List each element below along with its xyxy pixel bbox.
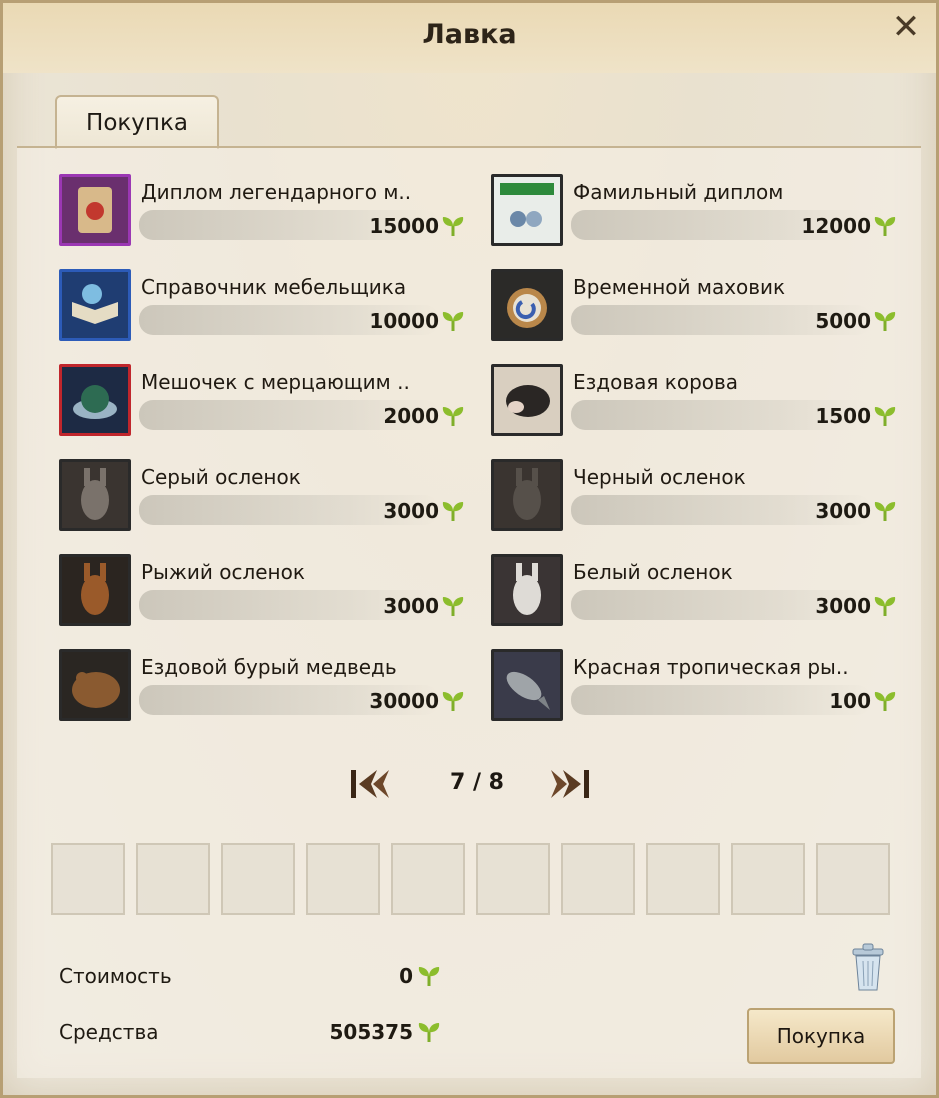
time-turner-icon[interactable] [491, 269, 563, 341]
red-donkey-icon[interactable] [59, 554, 131, 626]
purchase-slot[interactable] [51, 843, 125, 915]
item-price: 1500 [815, 404, 871, 428]
item-name: Черный осленок [573, 465, 746, 489]
purchase-slot[interactable] [731, 843, 805, 915]
first-page-icon[interactable] [347, 764, 393, 804]
shop-item[interactable]: Серый осленок 3000 [59, 459, 479, 539]
window-title: Лавка [422, 19, 517, 50]
funds-label: Средства [59, 1020, 159, 1044]
leaf-currency-icon [442, 597, 464, 616]
shop-item[interactable]: Черный осленок 3000 [491, 459, 911, 539]
trash-icon[interactable] [849, 941, 887, 993]
purchase-slot[interactable] [476, 843, 550, 915]
leaf-currency-icon [418, 967, 440, 986]
leaf-currency-icon [874, 312, 896, 331]
purchase-button[interactable]: Покупка [747, 1008, 895, 1064]
cost-label: Стоимость [59, 964, 172, 988]
shop-item[interactable]: Временной маховик 5000 [491, 269, 911, 349]
item-name: Временной маховик [573, 275, 786, 299]
tab-purchase[interactable]: Покупка [55, 95, 219, 149]
item-name: Справочник мебельщика [141, 275, 407, 299]
shop-item[interactable]: Ездовая корова 1500 [491, 364, 911, 444]
item-price: 100 [829, 689, 871, 713]
furniture-handbook-icon[interactable] [59, 269, 131, 341]
leaf-currency-icon [442, 312, 464, 331]
item-name: Ездовая корова [573, 370, 739, 394]
leaf-currency-icon [874, 692, 896, 711]
item-price: 12000 [801, 214, 871, 238]
item-name: Ездовой бурый медведь [141, 655, 397, 679]
cost-value: 0 [399, 964, 413, 988]
leaf-currency-icon [442, 692, 464, 711]
item-price: 2000 [383, 404, 439, 428]
gray-donkey-icon[interactable] [59, 459, 131, 531]
family-diploma-icon[interactable] [491, 174, 563, 246]
item-price: 3000 [383, 594, 439, 618]
leaf-currency-icon [442, 502, 464, 521]
item-name: Серый осленок [141, 465, 301, 489]
riding-cow-icon[interactable] [491, 364, 563, 436]
purchase-slot[interactable] [816, 843, 890, 915]
leaf-currency-icon [442, 217, 464, 236]
item-price: 15000 [369, 214, 439, 238]
white-donkey-icon[interactable] [491, 554, 563, 626]
shop-item[interactable]: Рыжий осленок 3000 [59, 554, 479, 634]
pagination: 7 / 8 [347, 764, 607, 804]
purchase-slot[interactable] [646, 843, 720, 915]
item-name: Мешочек с мерцающим .. [141, 370, 410, 394]
tropical-fish-icon[interactable] [491, 649, 563, 721]
item-name: Белый осленок [573, 560, 733, 584]
leaf-currency-icon [418, 1023, 440, 1042]
purchase-slot[interactable] [306, 843, 380, 915]
item-price: 3000 [815, 594, 871, 618]
leaf-currency-icon [874, 502, 896, 521]
shop-item[interactable]: Фамильный диплом 12000 [491, 174, 911, 254]
brown-bear-icon[interactable] [59, 649, 131, 721]
shop-item[interactable]: Красная тропическая ры.. 100 [491, 649, 911, 729]
shop-item[interactable]: Белый осленок 3000 [491, 554, 911, 634]
item-name: Фамильный диплом [573, 180, 784, 204]
black-donkey-icon[interactable] [491, 459, 563, 531]
funds-value: 505375 [329, 1020, 414, 1044]
item-name: Диплом легендарного м.. [141, 180, 412, 204]
purchase-slot[interactable] [391, 843, 465, 915]
shop-window: Лавка ✕ Покупка Диплом легендарного м.. 1… [0, 0, 939, 1098]
leaf-currency-icon [874, 407, 896, 426]
purchase-slot[interactable] [136, 843, 210, 915]
item-name: Рыжий осленок [141, 560, 305, 584]
close-icon[interactable]: ✕ [888, 9, 924, 45]
shop-content: Диплом легендарного м.. 15000 Фамильный ди… [17, 146, 921, 1078]
shop-item[interactable]: Мешочек с мерцающим .. 2000 [59, 364, 479, 444]
price-bar [571, 685, 871, 715]
item-price: 5000 [815, 309, 871, 333]
leaf-currency-icon [442, 407, 464, 426]
last-page-icon[interactable] [547, 764, 593, 804]
purchase-slot[interactable] [561, 843, 635, 915]
title-bar: Лавка ✕ [3, 3, 936, 73]
item-price: 3000 [815, 499, 871, 523]
shimmering-pouch-icon[interactable] [59, 364, 131, 436]
shop-item[interactable]: Справочник мебельщика 10000 [59, 269, 479, 349]
shop-item[interactable]: Диплом легендарного м.. 15000 [59, 174, 479, 254]
legendary-diploma-icon[interactable] [59, 174, 131, 246]
item-name: Красная тропическая ры.. [573, 655, 849, 679]
leaf-currency-icon [874, 597, 896, 616]
item-price: 10000 [369, 309, 439, 333]
shop-item[interactable]: Ездовой бурый медведь 30000 [59, 649, 479, 729]
item-price: 30000 [369, 689, 439, 713]
page-indicator: 7 / 8 [450, 770, 504, 795]
purchase-slot[interactable] [221, 843, 295, 915]
item-price: 3000 [383, 499, 439, 523]
leaf-currency-icon [874, 217, 896, 236]
